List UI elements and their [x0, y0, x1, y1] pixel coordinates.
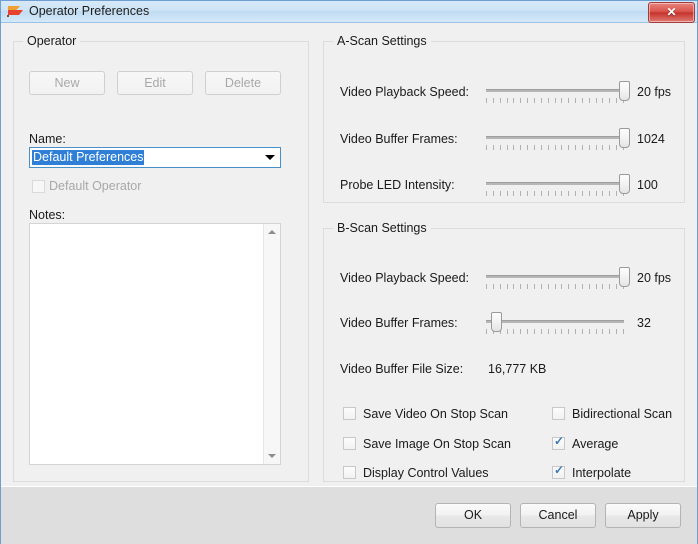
ascan-video-buffer-frames-slider[interactable] — [486, 128, 630, 154]
edit-button[interactable]: Edit — [117, 71, 193, 95]
save-image-on-stop-scan-checkbox[interactable] — [343, 437, 356, 450]
slider-thumb[interactable] — [490, 312, 502, 332]
ascan-probe-led-intensity-value: 100 — [637, 178, 658, 192]
bscan-video-buffer-frames-value: 32 — [637, 316, 651, 330]
delete-button[interactable]: Delete — [205, 71, 281, 95]
new-button[interactable]: New — [29, 71, 105, 95]
ok-button[interactable]: OK — [435, 503, 511, 528]
slider-ticks — [486, 329, 624, 334]
slider-thumb[interactable] — [619, 267, 630, 287]
save-video-on-stop-scan-label: Save Video On Stop Scan — [363, 407, 509, 421]
video-buffer-file-size-label: Video Buffer File Size: — [340, 362, 464, 376]
ascan-probe-led-intensity-label: Probe LED Intensity: — [340, 178, 455, 192]
ascan-video-buffer-frames-label: Video Buffer Frames: — [340, 132, 458, 146]
slider-track — [486, 275, 624, 278]
slider-thumb[interactable] — [619, 128, 630, 148]
save-image-on-stop-scan-label: Save Image On Stop Scan — [363, 437, 512, 451]
ascan-video-playback-speed-label: Video Playback Speed: — [340, 85, 470, 99]
apply-button[interactable]: Apply — [605, 503, 681, 528]
dialog-window: Operator Preferences ✕ Operator New Edit… — [0, 0, 698, 544]
slider-thumb[interactable] — [619, 174, 630, 194]
slider-track — [486, 89, 624, 92]
slider-ticks — [486, 191, 624, 196]
slider-ticks — [486, 98, 624, 103]
interpolate-label: Interpolate — [572, 466, 632, 480]
slider-track — [486, 182, 624, 185]
title-bar: Operator Preferences ✕ — [1, 1, 697, 23]
ascan-video-playback-speed-slider[interactable] — [486, 81, 630, 107]
notes-label: Notes: — [29, 208, 66, 222]
bscan-video-playback-speed-label: Video Playback Speed: — [340, 271, 470, 285]
operator-name-combobox[interactable]: Default Preferences — [29, 147, 281, 168]
bidirectional-scan-checkbox[interactable] — [552, 407, 565, 420]
slider-track — [486, 136, 624, 139]
cancel-button[interactable]: Cancel — [520, 503, 596, 528]
bscan-video-playback-speed-slider[interactable] — [486, 267, 630, 293]
default-operator-checkbox[interactable] — [32, 180, 45, 193]
name-label: Name: — [29, 132, 66, 146]
flag-icon — [7, 6, 23, 17]
average-label: Average — [572, 437, 619, 451]
average-checkbox[interactable]: ✓ — [552, 434, 565, 450]
scroll-down-icon[interactable] — [264, 448, 280, 464]
bscan-group-title: B-Scan Settings — [333, 221, 431, 235]
ascan-probe-led-intensity-slider[interactable] — [486, 174, 630, 200]
close-icon: ✕ — [666, 5, 677, 19]
bscan-video-playback-speed-value: 20 fps — [637, 271, 672, 285]
display-control-values-checkbox[interactable] — [343, 466, 356, 479]
slider-ticks — [486, 284, 624, 289]
bidirectional-scan-label: Bidirectional Scan — [572, 407, 673, 421]
dialog-client-area: Operator New Edit Delete Name: Default P… — [1, 23, 697, 486]
bscan-video-buffer-frames-slider[interactable] — [486, 312, 624, 338]
operator-name-value: Default Preferences — [32, 150, 145, 165]
ascan-video-buffer-frames-value: 1024 — [637, 132, 665, 146]
scroll-up-icon[interactable] — [264, 224, 280, 240]
check-icon: ✓ — [554, 463, 565, 477]
interpolate-checkbox[interactable]: ✓ — [552, 463, 565, 479]
slider-track — [486, 320, 624, 323]
slider-thumb[interactable] — [619, 81, 630, 101]
save-video-on-stop-scan-checkbox[interactable] — [343, 407, 356, 420]
bscan-video-buffer-frames-label: Video Buffer Frames: — [340, 316, 458, 330]
close-button[interactable]: ✕ — [648, 2, 695, 23]
video-buffer-file-size-value: 16,777 KB — [488, 362, 547, 376]
check-icon: ✓ — [554, 434, 565, 448]
window-title: Operator Preferences — [29, 4, 150, 18]
display-control-values-label: Display Control Values — [363, 466, 489, 480]
notes-scrollbar[interactable] — [263, 224, 280, 464]
notes-textarea[interactable] — [29, 223, 281, 465]
slider-ticks — [486, 145, 624, 150]
ascan-video-playback-speed-value: 20 fps — [637, 85, 672, 99]
ascan-group-title: A-Scan Settings — [333, 34, 431, 48]
operator-group-title: Operator — [23, 34, 81, 48]
default-operator-label: Default Operator — [49, 179, 142, 193]
chevron-down-icon[interactable] — [265, 155, 275, 160]
